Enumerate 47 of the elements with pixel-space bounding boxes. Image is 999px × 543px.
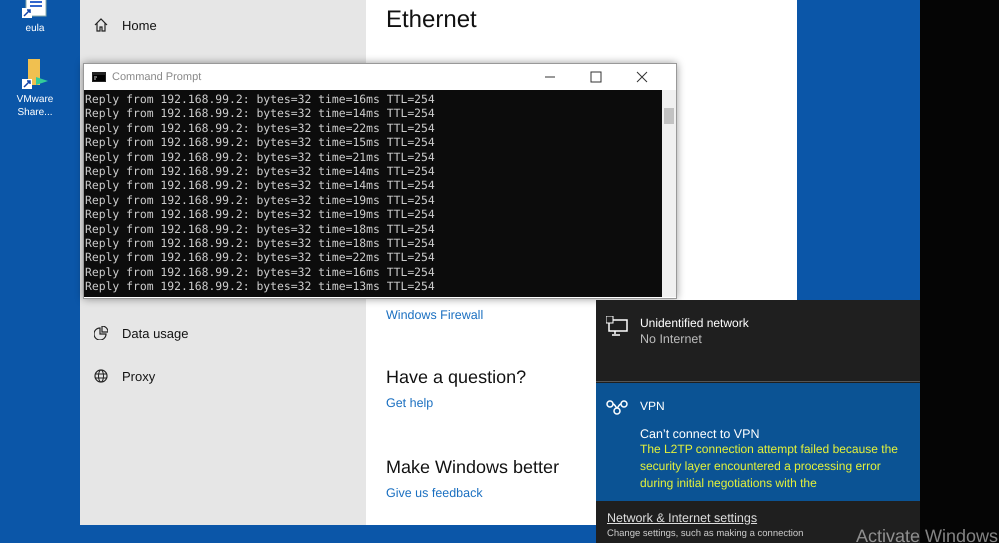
page-title: Ethernet: [386, 6, 478, 34]
console-line: Reply from 192.168.99.2: bytes=32 time=13ms TTL=254: [85, 279, 436, 294]
nav-item[interactable]: Proxy: [80, 365, 156, 387]
console-icon: [92, 72, 106, 82]
desktop-icon-label[interactable]: eula: [26, 22, 44, 35]
error-title: Can’t connect to VPN: [640, 427, 761, 441]
network-status: No Internet: [640, 332, 703, 346]
firewall-link[interactable]: Windows Firewall: [386, 308, 484, 322]
console-line: Reply from 192.168.99.2: bytes=32 time=22ms TTL=254: [85, 120, 436, 136]
console-line: Reply from 192.168.99.2: bytes=32 time=14ms TTL=254: [85, 106, 436, 121]
maximize-icon[interactable]: [590, 71, 602, 83]
console-line: Reply from 192.168.99.2: bytes=32 time=16ms TTL=254: [85, 92, 436, 106]
console-line: Reply from 192.168.99.2: bytes=32 time=22ms TTL=254: [85, 250, 436, 265]
error-message: The L2TP connection attempt failed because the security layer encountered a processing error during initial negotiations with the: [639, 441, 898, 492]
console-line: Reply from 192.168.99.2: bytes=32 time=19ms TTL=254: [85, 207, 436, 222]
section-heading: Have a question?: [386, 367, 526, 388]
settings-hint: Change settings, such as making a connection: [607, 528, 804, 539]
section-heading: Make Windows better: [386, 457, 560, 478]
activation-notice: Activate Windows: [856, 526, 998, 543]
console-line: Reply from 192.168.99.2: bytes=32 time=14ms TTL=254: [85, 164, 436, 178]
console-line: Reply from 192.168.99.2: bytes=32 time=19ms TTL=254: [85, 192, 436, 208]
console-line: Reply from 192.168.99.2: bytes=32 time=16ms TTL=254: [85, 264, 436, 280]
network-item[interactable]: VPN Can’t connect to VPN The L2TP connection attempt failed because the security layer encountered a processing error during initial negotiations with the: [596, 383, 920, 501]
globe-icon: [94, 369, 108, 383]
console-line: Reply from 192.168.99.2: bytes=32 time=15ms TTL=254: [85, 135, 436, 150]
nav-item[interactable]: Data usage: [80, 322, 188, 344]
monitor-icon: [606, 316, 628, 336]
help-link[interactable]: Give us feedback: [386, 486, 483, 500]
pie-chart-icon: [94, 326, 108, 340]
help-link[interactable]: Get help: [386, 396, 434, 410]
document-icon[interactable]: [22, 0, 48, 20]
network-item[interactable]: Unidentified network No Internet: [596, 300, 920, 382]
vpn-icon: [606, 399, 628, 415]
close-icon[interactable]: [636, 71, 648, 83]
scrollbar[interactable]: [662, 90, 676, 297]
console-line: Reply from 192.168.99.2: bytes=32 time=14ms TTL=254: [85, 178, 436, 193]
console-line: Reply from 192.168.99.2: bytes=32 time=18ms TTL=254: [85, 236, 436, 250]
network-name: Unidentified network: [640, 316, 749, 330]
home-icon: [94, 18, 108, 32]
folder-icon[interactable]: [20, 59, 50, 91]
desktop-icon-label[interactable]: VMware Share...: [6, 93, 64, 119]
network-name: VPN: [640, 399, 666, 413]
settings-link[interactable]: Network & Internet settings: [607, 511, 758, 525]
console-line: Reply from 192.168.99.2: bytes=32 time=21ms TTL=254: [85, 150, 436, 164]
window-title: Command Prompt: [112, 71, 202, 83]
console-line: Reply from 192.168.99.2: bytes=32 time=18ms TTL=254: [85, 222, 436, 236]
nav-item[interactable]: Home: [80, 14, 366, 36]
